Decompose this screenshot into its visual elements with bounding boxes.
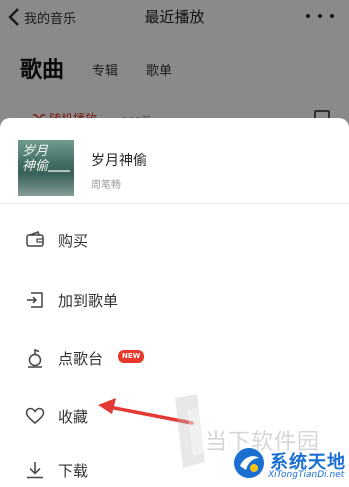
wallet-icon [25, 230, 45, 250]
song-title: 岁月神偷 [91, 153, 147, 169]
menu-item-label: 下载 [58, 462, 89, 480]
song-info-header: 岁月神偷 岁月神偷 周笔畅 [0, 118, 349, 204]
song-artist: 周笔畅 [91, 180, 121, 191]
album-cover-title: 岁月神偷 [22, 144, 49, 174]
menu-item-label: 加到歌单 [58, 292, 119, 310]
album-cover: 岁月神偷 [18, 140, 74, 196]
add-to-playlist-icon [25, 290, 45, 310]
new-badge: NEW [118, 350, 145, 363]
brand-watermark: 系统天地 XiTongTianDi.net [228, 442, 348, 486]
brand-url: XiTongTianDi.net [268, 470, 345, 480]
brand-logo-icon [234, 448, 264, 478]
menu-item-song-request[interactable]: 点歌台 NEW [0, 336, 349, 380]
menu-item-buy[interactable]: 购买 [0, 218, 349, 262]
menu-item-label: 收藏 [58, 408, 89, 426]
heart-icon [25, 406, 45, 426]
menu-item-label: 点歌台 [58, 350, 104, 368]
menu-item-label: 购买 [58, 232, 89, 250]
menu-item-add-to-playlist[interactable]: 加到歌单 [0, 278, 349, 322]
song-request-icon [25, 348, 45, 368]
download-icon [25, 460, 45, 480]
